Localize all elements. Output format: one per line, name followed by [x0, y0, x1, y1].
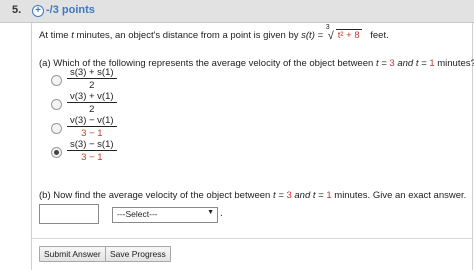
expand-icon[interactable]: + [32, 5, 44, 17]
unit-label: feet. [370, 30, 389, 41]
option-3-radio[interactable] [51, 123, 62, 134]
part-b-label: (b) [39, 190, 51, 201]
unit-select[interactable]: ---Select--- ▼ [112, 207, 218, 223]
option-2-denominator: 2 [89, 104, 95, 115]
cube-root-expression: 3 √ t² + 8 [326, 24, 362, 42]
part-b-suffix: minutes. Give an exact answer. [334, 190, 467, 201]
part-a-label: (a) [39, 58, 51, 69]
option-3-numerator: v(3) − v(1) [67, 115, 117, 127]
part-b-and-t: and t = [294, 190, 324, 201]
intro-t: t [71, 30, 74, 41]
option-4-radio[interactable] [51, 147, 62, 158]
option-4[interactable]: s(3) − s(1) 3 − 1 [51, 139, 211, 165]
intro-middle: minutes, an object's distance from a poi… [76, 30, 299, 41]
option-2-fraction: v(3) + v(1) 2 [67, 91, 117, 115]
part-b-prompt: (b) Now find the average velocity of the… [39, 190, 466, 201]
part-b-t2: 1 [326, 190, 332, 201]
unit-select-value: ---Select--- [117, 209, 158, 219]
option-4-numerator: s(3) − s(1) [67, 139, 117, 151]
part-a-suffix: minutes? [437, 58, 474, 69]
question-header-bar: 5. + -/3 points [0, 0, 474, 23]
radicand: t² + 8 [335, 29, 362, 41]
option-1[interactable]: s(3) + s(1) 2 [51, 67, 211, 93]
option-1-denominator: 2 [89, 80, 95, 91]
part-a-t2: 1 [429, 58, 435, 69]
option-2[interactable]: v(3) + v(1) 2 [51, 91, 211, 117]
part-a-and-t: and t = [397, 58, 427, 69]
question-intro: At time t minutes, an object's distance … [39, 24, 389, 42]
answer-input[interactable] [39, 204, 99, 224]
radical-sign: √ [327, 30, 334, 42]
trailing-period: . [220, 208, 223, 219]
submit-answer-button[interactable]: Submit Answer [39, 246, 106, 262]
option-3-denominator: 3 − 1 [81, 128, 103, 139]
part-a-t1: 3 [389, 58, 395, 69]
option-2-numerator: v(3) + v(1) [67, 91, 117, 103]
divider [31, 238, 472, 239]
option-2-radio[interactable] [51, 99, 62, 110]
option-3[interactable]: v(3) − v(1) 3 − 1 [51, 115, 211, 141]
part-a-t-eq: t = [375, 58, 387, 69]
option-3-fraction: v(3) − v(1) 3 − 1 [67, 115, 117, 139]
chevron-down-icon: ▼ [207, 209, 214, 216]
intro-prefix: At time [39, 30, 69, 41]
points-label: -/3 points [46, 4, 95, 16]
question-number: 5. [12, 4, 22, 16]
function-lhs: s(t) = [301, 30, 324, 41]
option-4-fraction: s(3) − s(1) 3 − 1 [67, 139, 117, 163]
option-4-denominator: 3 − 1 [81, 152, 103, 163]
option-1-fraction: s(3) + s(1) 2 [67, 67, 117, 91]
part-b-text: Now find the average velocity of the obj… [53, 190, 271, 201]
save-progress-button[interactable]: Save Progress [105, 246, 171, 262]
part-b-t-eq: t = [272, 190, 284, 201]
option-1-radio[interactable] [51, 75, 62, 86]
option-1-numerator: s(3) + s(1) [67, 67, 117, 79]
part-b-t1: 3 [286, 190, 292, 201]
